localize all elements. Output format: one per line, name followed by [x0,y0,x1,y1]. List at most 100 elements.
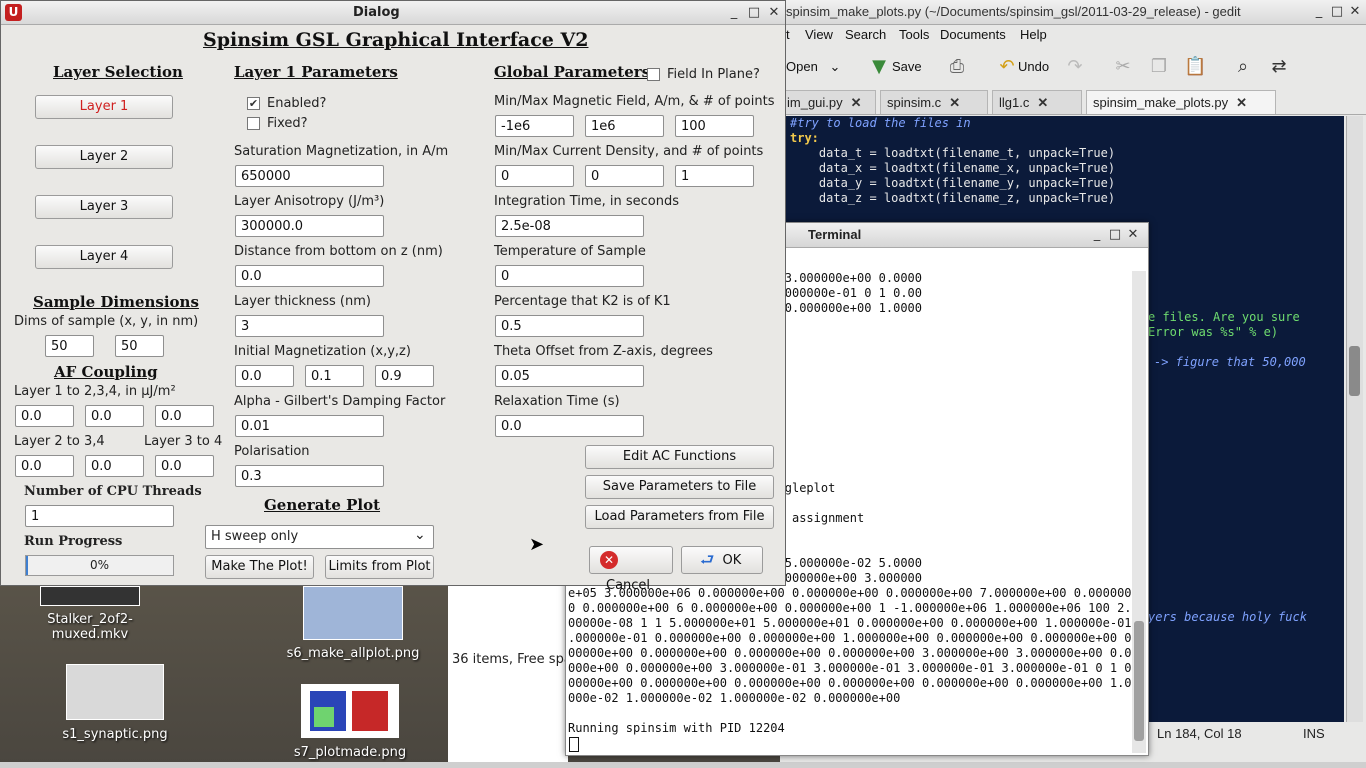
desktop-icon-video[interactable]: Stalker_2of2- muxed.mkv [30,586,150,642]
insert-mode: INS [1303,726,1325,741]
desktop-icon-allplot[interactable]: s6_make_allplot.png [278,586,428,661]
print-icon[interactable]: ⎙ [946,56,968,78]
af-1-3-input[interactable] [85,405,144,427]
terminal-scrollbar[interactable] [1132,271,1146,753]
current-points-input[interactable] [675,165,754,187]
close-icon[interactable]: ✕ [765,4,783,22]
dialog-titlebar[interactable]: U Dialog _ □ ✕ [1,1,785,25]
cpu-threads-input[interactable] [25,505,174,527]
ok-button[interactable]: ⮐ OK [681,546,763,574]
minimize-icon[interactable]: _ [1310,3,1328,21]
field-min-input[interactable] [495,115,574,137]
current-min-input[interactable] [495,165,574,187]
sat-mag-label: Saturation Magnetization, in A/m [234,144,449,159]
relaxation-label: Relaxation Time (s) [494,394,620,409]
menu-tools[interactable]: Tools [899,27,929,42]
save-icon[interactable]: ▼ [868,56,890,78]
redo-icon[interactable]: ↷ [1064,56,1086,78]
minimize-icon[interactable]: _ [725,4,743,22]
dims-y-input[interactable] [115,335,164,357]
menu-item-partial[interactable]: t [786,27,790,42]
cancel-button[interactable]: ✕ Cancel [589,546,673,593]
open-button[interactable]: Open ⌄ [786,54,840,80]
limits-from-plot-button[interactable]: Limits from Plot [325,555,434,579]
minimize-icon[interactable]: _ [1088,226,1106,244]
undo-button[interactable]: Undo [1018,54,1049,80]
save-button[interactable]: Save [892,54,922,80]
close-tab-icon[interactable]: ✕ [851,95,862,110]
maximize-icon[interactable]: □ [1106,226,1124,244]
tab-im-gui[interactable]: im_gui.py ✕ [780,90,876,114]
af-1-2-input[interactable] [15,405,74,427]
close-icon[interactable]: ✕ [1346,3,1364,21]
close-tab-icon[interactable]: ✕ [949,95,960,110]
af-1-4-input[interactable] [155,405,214,427]
enabled-checkbox[interactable]: ✔ [247,97,260,110]
undo-icon[interactable]: ↶ [996,56,1018,78]
distance-input[interactable] [235,265,384,287]
editor-scrollbar[interactable] [1346,116,1363,722]
dims-x-input[interactable] [45,335,94,357]
save-parameters-button[interactable]: Save Parameters to File [585,475,774,499]
init-mag-x-input[interactable] [235,365,294,387]
desktop-icon-label: s1_synaptic.png [62,727,168,742]
layer-3-button[interactable]: Layer 3 [35,195,173,219]
menu-search[interactable]: Search [845,27,886,42]
integration-time-input[interactable] [495,215,644,237]
field-in-plane-checkbox[interactable] [647,68,660,81]
close-icon[interactable]: ✕ [1124,226,1142,244]
close-tab-icon[interactable]: ✕ [1037,95,1048,110]
load-parameters-button[interactable]: Load Parameters from File [585,505,774,529]
fixed-checkbox[interactable] [247,117,260,130]
tab-spinsim-make-plots[interactable]: spinsim_make_plots.py ✕ [1086,90,1276,114]
paste-icon[interactable]: 📋 [1184,56,1206,78]
thickness-input[interactable] [235,315,384,337]
close-tab-icon[interactable]: ✕ [1236,95,1247,110]
scrollbar-thumb[interactable] [1349,346,1360,396]
polarisation-input[interactable] [235,465,384,487]
menu-help[interactable]: Help [1020,27,1047,42]
scrollbar-thumb[interactable] [1134,621,1144,741]
image-thumbnail [66,664,164,720]
relaxation-input[interactable] [495,415,644,437]
replace-icon[interactable]: ⇄ [1268,56,1290,78]
layer-1-button[interactable]: Layer 1 [35,95,173,119]
desktop-icon-synaptic[interactable]: s1_synaptic.png [50,664,180,742]
af-2-3-input[interactable] [15,455,74,477]
layer-2-button[interactable]: Layer 2 [35,145,173,169]
chevron-down-icon[interactable]: ⌄ [829,59,840,74]
copy-icon[interactable]: ❐ [1148,56,1170,78]
plot-type-select[interactable]: H sweep only ⌄ [205,525,434,549]
menu-view[interactable]: View [805,27,833,42]
temperature-input[interactable] [495,265,644,287]
anisotropy-input[interactable] [235,215,384,237]
terminal-line: 000e+00 0.000000e+00 3.000000e-01 3.0000… [568,661,1132,675]
find-icon[interactable]: ⌕ [1232,56,1254,78]
field-max-input[interactable] [585,115,664,137]
make-plot-button[interactable]: Make The Plot! [205,555,314,579]
alpha-input[interactable] [235,415,384,437]
theta-input[interactable] [495,365,644,387]
layer-4-button[interactable]: Layer 4 [35,245,173,269]
tab-spinsim-c[interactable]: spinsim.c ✕ [880,90,988,114]
sat-mag-input[interactable] [235,165,384,187]
gedit-titlebar[interactable]: spinsim_make_plots.py (~/Documents/spins… [780,0,1366,25]
init-mag-y-input[interactable] [305,365,364,387]
maximize-icon[interactable]: □ [1328,3,1346,21]
af-coupling-header: AF Coupling [54,363,158,381]
menu-documents[interactable]: Documents [940,27,1006,42]
maximize-icon[interactable]: □ [745,4,763,22]
af-3-4-input[interactable] [155,455,214,477]
thickness-label: Layer thickness (nm) [234,294,371,309]
tab-llg1-c[interactable]: llg1.c ✕ [992,90,1082,114]
field-points-input[interactable] [675,115,754,137]
edit-ac-functions-button[interactable]: Edit AC Functions [585,445,774,469]
init-mag-z-input[interactable] [375,365,434,387]
current-max-input[interactable] [585,165,664,187]
af-2-4-input[interactable] [85,455,144,477]
code-line: #try to load the files in [790,116,971,130]
af-layer1-label: Layer 1 to 2,3,4, in µJ/m² [14,384,176,399]
desktop-icon-plotmade[interactable]: s7_plotmade.png [280,684,420,760]
k2-input[interactable] [495,315,644,337]
cut-icon[interactable]: ✂ [1112,56,1134,78]
